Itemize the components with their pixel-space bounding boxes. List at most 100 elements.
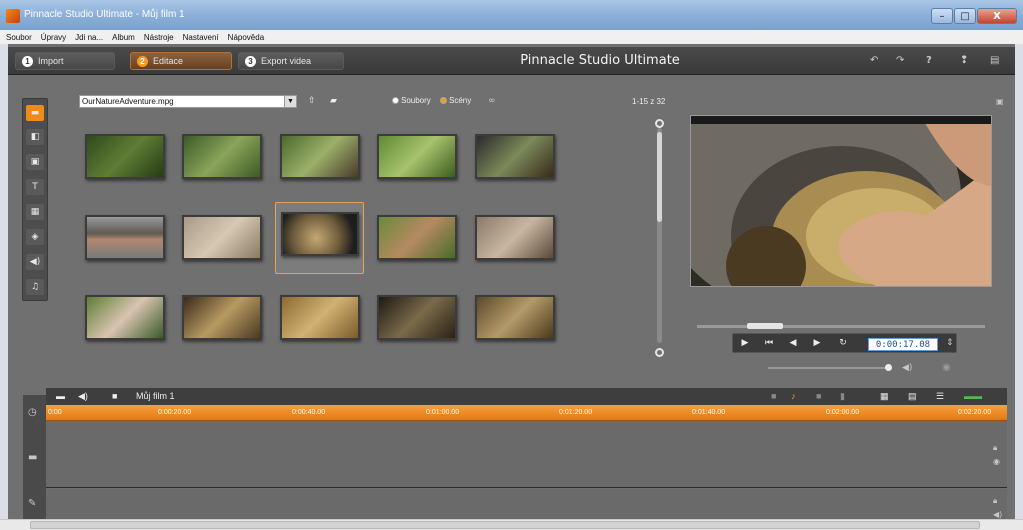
trash-icon[interactable]: ▮	[840, 391, 845, 402]
maximize-button[interactable]: □	[954, 8, 976, 24]
redo-icon[interactable]: ↷	[896, 55, 904, 66]
storyboard-view-icon[interactable]: ▬	[56, 391, 65, 401]
undo-icon[interactable]: ↶	[870, 55, 878, 66]
music-icon[interactable]: ♫	[26, 279, 44, 295]
scene-thumbnail[interactable]	[377, 134, 457, 179]
scene-thumbnail[interactable]	[377, 215, 457, 260]
audio-view-icon[interactable]: ◀)	[78, 391, 88, 402]
video-track[interactable]	[46, 421, 1007, 488]
video-album-icon[interactable]: ▬	[26, 105, 44, 121]
scene-thumbnail[interactable]	[377, 295, 457, 340]
lock-icon[interactable]: 🔒︎	[993, 496, 997, 506]
menu-soubor[interactable]: Soubor	[6, 33, 32, 42]
scene-thumbnail[interactable]	[475, 134, 555, 179]
player-scrubber[interactable]	[697, 323, 985, 329]
volume-handle[interactable]	[885, 364, 892, 371]
list-view-icon[interactable]: ☰	[936, 391, 944, 402]
timeline-scrollbar-thumb[interactable]	[30, 521, 980, 529]
tab-export[interactable]: 3 Export videa	[238, 52, 344, 70]
scene-thumbnail[interactable]	[85, 295, 165, 340]
scene-thumbnail[interactable]	[475, 295, 555, 340]
scene-thumbnail[interactable]	[182, 134, 262, 179]
view-scenes-radio[interactable]: Scény	[440, 96, 471, 105]
minimize-button[interactable]: –	[931, 8, 953, 24]
sound-effects-icon[interactable]: ◀)	[26, 254, 44, 270]
loop-icon[interactable]: ↻	[833, 337, 853, 350]
volume-slider[interactable]	[768, 364, 892, 371]
chevron-down-icon: ▼	[284, 96, 296, 107]
audio-track[interactable]	[46, 489, 1007, 519]
menus-icon[interactable]: ▦	[26, 204, 44, 220]
album-file-select[interactable]: OurNatureAdventure.mpg ▼	[79, 95, 297, 108]
folder-open-icon[interactable]: ▰	[330, 96, 344, 106]
step-3-badge: 3	[245, 55, 256, 67]
scene-thumbnail[interactable]	[475, 215, 555, 260]
step-back-icon[interactable]: ◀	[783, 337, 803, 350]
text-view-icon[interactable]: ▤	[908, 391, 917, 402]
scene-thumbnail[interactable]	[280, 295, 360, 340]
timecode-stepper-icon[interactable]: ⇕	[946, 338, 954, 348]
still-images-icon[interactable]: ▣	[26, 154, 44, 170]
lock-icon[interactable]: 🔒︎	[993, 443, 997, 453]
razor-icon[interactable]: ■	[816, 391, 821, 401]
menu-nastroje[interactable]: Nástroje	[144, 33, 174, 42]
video-preview	[690, 115, 992, 287]
timeline-view-icon[interactable]: ▦	[880, 391, 889, 402]
scroll-down-icon[interactable]	[655, 348, 664, 357]
titles-icon[interactable]: T	[26, 179, 44, 195]
effects-icon[interactable]: ◈	[26, 229, 44, 245]
step-forward-icon[interactable]: ▶	[807, 337, 827, 350]
scene-thumbnail[interactable]	[280, 134, 360, 179]
menu-napoveda[interactable]: Nápověda	[228, 33, 264, 42]
tips-icon[interactable]: ❢	[960, 55, 968, 66]
fullscreen-icon[interactable]: ▣	[996, 97, 1004, 106]
timecode-field[interactable]: 0:00:17.08	[868, 338, 938, 351]
level-meter-icon: ▬▬	[964, 391, 982, 401]
scene-thumbnail-selected[interactable]	[281, 212, 359, 256]
preview-frame	[691, 116, 991, 286]
timeline-scrollbar[interactable]	[0, 519, 1023, 530]
ruler-label: 0:02:00.00	[826, 409, 860, 416]
folder-icon[interactable]: ■	[112, 391, 117, 401]
eye-icon[interactable]: ◉	[993, 457, 1000, 466]
settings-icon[interactable]: ▤	[990, 55, 999, 66]
scrubber-handle[interactable]	[747, 323, 783, 329]
album-scrollbar-thumb[interactable]	[657, 132, 662, 222]
play-icon[interactable]: ▶	[735, 337, 755, 350]
camera-track-icon[interactable]: ▬	[28, 452, 37, 463]
scene-thumbnail[interactable]	[85, 134, 165, 179]
marker-icon[interactable]: ♪	[791, 391, 796, 401]
menu-bar: Soubor Úpravy Jdi na... Album Nástroje N…	[0, 30, 1023, 44]
folder-up-icon[interactable]: ⇧	[308, 96, 322, 106]
timeline-tool-icon[interactable]: ■	[771, 391, 776, 401]
menu-nastaveni[interactable]: Nastavení	[183, 33, 219, 42]
disc-icon[interactable]: ◉	[942, 362, 951, 373]
menu-jdi-na[interactable]: Jdi na...	[75, 33, 103, 42]
menu-upravy[interactable]: Úpravy	[41, 33, 66, 42]
pen-icon[interactable]: ✎	[28, 498, 36, 509]
timeline-track-headers: ◷ ▬ ✎	[23, 395, 46, 530]
tab-editace[interactable]: 2 Editace	[130, 52, 232, 70]
scene-thumbnail[interactable]	[182, 215, 262, 260]
ruler-label: 0:01:20.00	[559, 409, 593, 416]
speaker-icon[interactable]: ◀)	[902, 363, 912, 373]
speaker-icon[interactable]: ◀)	[993, 510, 1002, 519]
scroll-up-icon[interactable]	[655, 119, 664, 128]
view-files-radio[interactable]: Soubory	[392, 96, 431, 105]
tab-import[interactable]: 1 Import	[15, 52, 115, 70]
go-to-start-icon[interactable]: ⏮	[759, 337, 779, 350]
close-button[interactable]: X	[977, 8, 1017, 24]
clock-icon[interactable]: ◷	[28, 407, 37, 418]
glasses-icon[interactable]: ∞	[488, 96, 510, 106]
tab-import-label: Import	[38, 56, 64, 66]
help-icon[interactable]: ?	[926, 55, 932, 66]
transitions-icon[interactable]: ◧	[26, 129, 44, 145]
album-scrollbar[interactable]	[657, 128, 662, 343]
timeline-ruler[interactable]: 0:00 0:00:20.00 0:00:40.00 0:01:00.00 0:…	[46, 405, 1007, 421]
step-1-badge: 1	[22, 55, 33, 67]
menu-album[interactable]: Album	[112, 33, 135, 42]
scene-thumbnail[interactable]	[85, 215, 165, 260]
project-name: Můj film 1	[136, 391, 175, 401]
ruler-label: 0:02:20.00	[958, 409, 992, 416]
scene-thumbnail[interactable]	[182, 295, 262, 340]
